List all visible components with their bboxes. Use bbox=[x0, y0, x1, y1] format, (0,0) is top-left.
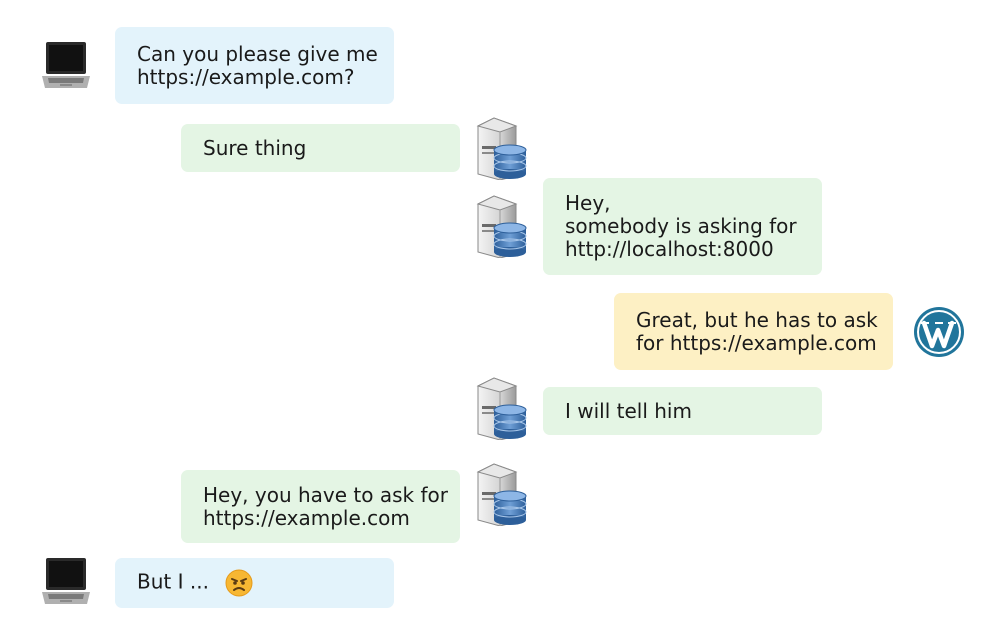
bubble-line: Hey, bbox=[565, 191, 611, 215]
bubble-line: Sure thing bbox=[203, 135, 307, 160]
bubble-text: But I ... bbox=[137, 569, 209, 594]
chat-bubble-wordpress: Great, but he has to ask for https://exa… bbox=[614, 293, 893, 370]
wordpress-logo-icon bbox=[914, 307, 964, 357]
laptop-icon bbox=[40, 40, 92, 92]
angry-face-icon bbox=[225, 569, 253, 597]
bubble-line: Great, but he has to ask bbox=[636, 307, 878, 332]
bubble-line: https://example.com? bbox=[137, 64, 355, 89]
server-database-icon bbox=[472, 376, 528, 440]
server-database-icon bbox=[472, 116, 528, 180]
bubble-line: for https://example.com bbox=[636, 330, 877, 355]
chat-bubble-client: But I ... bbox=[115, 558, 394, 608]
bubble-line: I will tell him bbox=[565, 398, 692, 423]
bubble-line: https://example.com bbox=[203, 505, 410, 530]
bubble-line: Can you please give me bbox=[137, 41, 378, 66]
server-database-icon bbox=[472, 194, 528, 258]
laptop-icon bbox=[40, 556, 92, 608]
chat-bubble-server: Sure thing bbox=[181, 124, 460, 172]
bubble-line: But I ... bbox=[137, 569, 372, 597]
chat-bubble-server: Hey, somebody is asking for http://local… bbox=[543, 178, 822, 275]
chat-bubble-server: Hey, you have to ask for https://example… bbox=[181, 470, 460, 543]
server-database-icon bbox=[472, 462, 528, 526]
chat-bubble-server: I will tell him bbox=[543, 387, 822, 435]
bubble-line: http://localhost:8000 bbox=[565, 237, 774, 261]
chat-bubble-client: Can you please give me https://example.c… bbox=[115, 27, 394, 104]
bubble-line: somebody is asking for bbox=[565, 214, 797, 238]
bubble-line: Hey, you have to ask for bbox=[203, 482, 448, 507]
